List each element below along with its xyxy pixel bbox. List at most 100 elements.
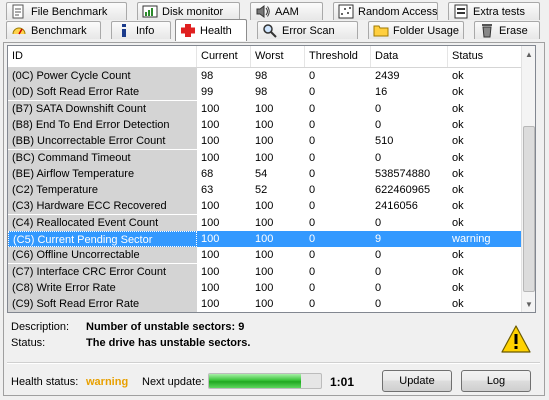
table-row[interactable]: (C5) Current Pending Sector 100 100 0 9 warni…: [8, 231, 521, 247]
tab-file-benchmark[interactable]: File Benchmark: [6, 2, 127, 20]
cell-data: 9: [371, 231, 448, 247]
table-row[interactable]: (C3) Hardware ECC Recovered 100 100 0 241605…: [8, 198, 521, 215]
cell-current: 100: [201, 151, 220, 164]
cell-id: (C5) Current Pending Sector: [8, 231, 197, 247]
warning-triangle-icon: [501, 325, 531, 353]
tab-aam[interactable]: AAM: [250, 2, 323, 20]
cell-status: ok: [452, 249, 464, 262]
cell-status: ok: [452, 200, 464, 213]
cell-worst: 100: [251, 231, 305, 247]
tab-info[interactable]: Info: [111, 21, 171, 39]
table-row[interactable]: (BE) Airflow Temperature 68 54 0 538574880 ok: [8, 165, 521, 182]
table-row[interactable]: (C9) Soft Read Error Rate 100 100 0 0 ok: [8, 296, 521, 312]
cell-status: ok: [452, 118, 464, 131]
tab-erase[interactable]: Erase: [474, 21, 540, 39]
tab-error-scan[interactable]: Error Scan: [257, 21, 358, 39]
cell-current: 100: [201, 216, 220, 229]
cell-threshold: 0: [309, 86, 316, 99]
cell-threshold: 0: [309, 249, 316, 262]
cell-worst: 100: [255, 216, 274, 229]
cell-current: 100: [201, 118, 220, 131]
tab-benchmark[interactable]: Benchmark: [6, 21, 101, 39]
info-icon: [116, 23, 132, 38]
scrollbar-thumb[interactable]: [523, 126, 535, 292]
cell-current: 100: [201, 281, 220, 294]
cell-worst: 100: [255, 265, 274, 278]
table-row[interactable]: (C8) Write Error Rate 100 100 0 0 ok: [8, 279, 521, 296]
tab-extra-tests[interactable]: Extra tests: [448, 2, 540, 20]
tab-label: Folder Usage: [393, 24, 460, 37]
table-row[interactable]: (BC) Command Timeout 100 100 0 0 ok: [8, 149, 521, 166]
cell-status: ok: [452, 102, 464, 115]
folder-icon: [373, 23, 389, 38]
tab-health[interactable]: Health: [175, 19, 247, 41]
update-button[interactable]: Update: [382, 370, 452, 392]
progress-fill: [209, 374, 301, 388]
cell-worst: 52: [255, 184, 268, 197]
cell-status: ok: [452, 281, 464, 294]
cell-threshold: 0: [309, 216, 316, 229]
trash-icon: [479, 23, 495, 38]
cell-threshold: 0: [309, 184, 316, 197]
cell-worst: 98: [255, 70, 268, 82]
cell-threshold: 0: [309, 118, 316, 131]
cell-data: 0: [375, 265, 382, 278]
table-row[interactable]: (0D) Soft Read Error Rate 99 98 0 16 ok: [8, 84, 521, 101]
cell-current: 100: [201, 102, 220, 115]
cell-data: 538574880: [375, 167, 431, 180]
cell-id: (C8) Write Error Rate: [8, 279, 197, 296]
cell-data: 0: [375, 216, 382, 229]
cell-id: (C4) Reallocated Event Count: [8, 214, 197, 231]
cell-threshold: 0: [309, 151, 316, 164]
table-row[interactable]: (B8) End To End Error Detection 100 100 0 0 o…: [8, 116, 521, 133]
table-row[interactable]: (C6) Offline Uncorrectable 100 100 0 0 ok: [8, 247, 521, 264]
table-row[interactable]: (0C) Power Cycle Count 98 98 0 2439 ok: [8, 68, 521, 84]
column-header-data[interactable]: Data: [371, 46, 448, 67]
scroll-up-arrow-icon[interactable]: ▲: [522, 46, 535, 62]
cell-worst: 54: [255, 167, 268, 180]
table-row[interactable]: (C7) Interface CRC Error Count 100 100 0 0 ok: [8, 263, 521, 280]
tab-random-access[interactable]: Random Access: [333, 2, 438, 20]
cell-id: (B7) SATA Downshift Count: [8, 100, 197, 117]
cell-data: 0: [375, 118, 382, 131]
cell-threshold: 0: [309, 167, 316, 180]
tab-label: Random Access: [358, 5, 438, 18]
cell-id: (BC) Command Timeout: [8, 149, 197, 166]
column-header-current[interactable]: Current: [197, 46, 251, 67]
health-status-label: Health status:: [11, 376, 79, 388]
health-cross-icon: [180, 23, 196, 38]
cell-data: 2416056: [375, 200, 418, 213]
table-row[interactable]: (B7) SATA Downshift Count 100 100 0 0 ok: [8, 100, 521, 117]
cell-threshold: 0: [309, 70, 316, 82]
cell-threshold: 0: [309, 298, 316, 311]
benchmark-icon: [11, 23, 27, 38]
table-row[interactable]: (C4) Reallocated Event Count 100 100 0 0 ok: [8, 214, 521, 231]
column-header-status[interactable]: Status: [448, 46, 521, 67]
column-header-id[interactable]: ID: [8, 46, 197, 67]
column-header-threshold[interactable]: Threshold: [305, 46, 371, 67]
table-row[interactable]: (C2) Temperature 63 52 0 622460965 ok: [8, 182, 521, 199]
magnifier-icon: [262, 23, 278, 38]
vertical-scrollbar[interactable]: ▲ ▼: [521, 46, 535, 312]
log-button[interactable]: Log: [461, 370, 531, 392]
cell-id: (C2) Temperature: [8, 182, 197, 199]
cell-id: (C3) Hardware ECC Recovered: [8, 198, 197, 215]
tab-disk-monitor[interactable]: Disk monitor: [137, 2, 240, 20]
column-header-worst[interactable]: Worst: [251, 46, 305, 67]
cell-current: 100: [201, 265, 220, 278]
cell-worst: 100: [255, 135, 274, 148]
cell-current: 100: [197, 231, 251, 247]
tab-folder-usage[interactable]: Folder Usage: [368, 21, 464, 39]
cell-data: 622460965: [375, 184, 431, 197]
cell-worst: 100: [255, 281, 274, 294]
cell-worst: 100: [255, 102, 274, 115]
next-update-time: 1:01: [330, 375, 355, 389]
cell-data: 2439: [375, 70, 400, 82]
scroll-down-arrow-icon[interactable]: ▼: [522, 296, 535, 312]
cell-status: ok: [452, 216, 464, 229]
cell-status: ok: [452, 298, 464, 311]
cell-id: (C7) Interface CRC Error Count: [8, 263, 197, 280]
smart-attributes-table[interactable]: ID Current Worst Threshold Data Status (…: [7, 45, 536, 313]
table-row[interactable]: (BB) Uncorrectable Error Count 100 100 0 510…: [8, 133, 521, 150]
cell-current: 100: [201, 135, 220, 148]
